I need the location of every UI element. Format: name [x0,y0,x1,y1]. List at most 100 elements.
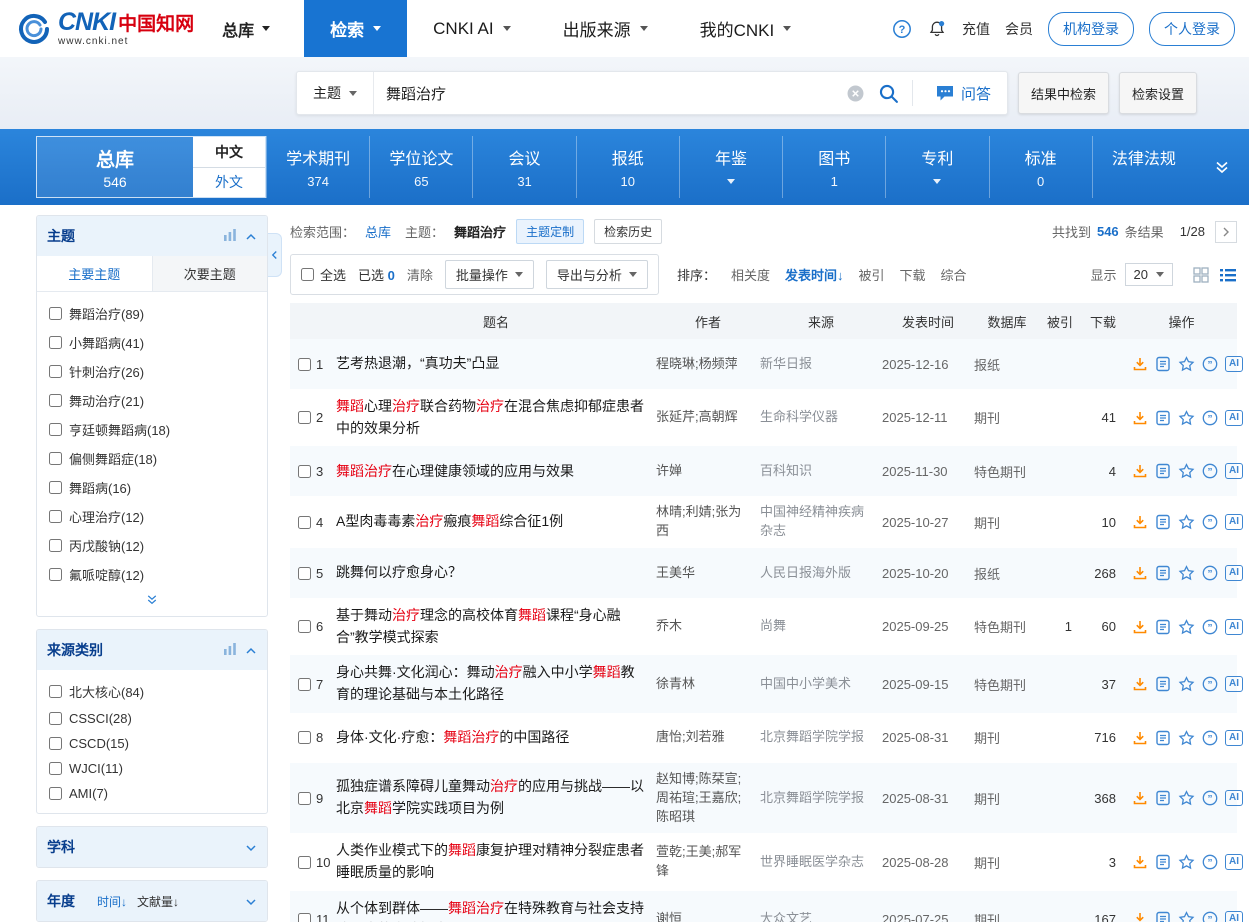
select-all-checkbox[interactable] [301,268,314,281]
export-analyze-dropdown[interactable]: 导出与分析 [546,260,648,289]
chevron-down-icon[interactable] [245,840,257,855]
filter-item[interactable]: 偏侧舞蹈症(18) [49,444,255,473]
sort-option[interactable]: 下载 [900,265,926,284]
year-card-header[interactable]: 年度 时间↓ 文献量↓ [37,881,267,921]
cite-icon[interactable]: ” [1202,565,1218,581]
result-title-link[interactable]: 从个体到群体——舞蹈治疗在特殊教育与社会支持体系中的实践探索 [336,900,644,922]
row-checkbox[interactable] [298,516,311,529]
html-read-icon[interactable] [1155,911,1171,922]
result-title-link[interactable]: A型肉毒毒素治疗瘢痕舞蹈综合征1例 [336,513,563,529]
scope-value[interactable]: 总库 [365,222,391,241]
filter-item[interactable]: 北大核心(84) [49,677,255,706]
search-field-select[interactable]: 主题 [297,72,374,114]
filter-item[interactable]: 亨廷顿舞蹈病(18) [49,415,255,444]
result-source[interactable]: 中国中小学美术 [760,675,882,694]
filter-item[interactable]: 舞蹈病(16) [49,473,255,502]
ai-icon[interactable]: AI [1225,565,1243,581]
result-title-link[interactable]: 孤独症谱系障碍儿童舞动治疗的应用与挑战——以北京舞蹈学院实践项目为例 [336,778,644,816]
select-all-control[interactable]: 全选 [301,265,346,284]
expand-more-icon[interactable] [1195,159,1249,175]
nav-my-cnki[interactable]: 我的CNKI [674,0,818,57]
html-read-icon[interactable] [1155,356,1171,372]
result-title-link[interactable]: 身心共舞·文化润心：舞动治疗融入中小学舞蹈教育的理论基础与本土化路径 [336,664,635,702]
help-icon[interactable]: ? [892,19,912,39]
filter-checkbox[interactable] [49,365,62,378]
favorite-icon[interactable] [1178,410,1195,426]
qa-button[interactable]: 问答 [919,83,1007,104]
result-title-link[interactable]: 基于舞动治疗理念的高校体育舞蹈课程“身心融合”教学模式探索 [336,607,621,645]
filter-checkbox[interactable] [49,394,62,407]
db-nav-item-zongku[interactable]: 总库 546 中文 外文 [36,136,266,198]
notification-bell-icon[interactable] [927,19,947,39]
db-nav-item[interactable]: 学术期刊374 [266,136,369,198]
result-authors[interactable]: 萱乾;王美;郝军锋 [656,843,760,881]
member-link[interactable]: 会员 [1005,19,1033,39]
filter-checkbox[interactable] [49,423,62,436]
cite-icon[interactable]: ” [1202,514,1218,530]
chevron-down-icon[interactable] [245,894,257,909]
ai-icon[interactable]: AI [1225,463,1243,479]
chevron-up-icon[interactable] [245,229,257,244]
sort-option[interactable]: 发表时间↓ [785,265,844,284]
batch-actions-dropdown[interactable]: 批量操作 [445,260,534,289]
next-page-button[interactable] [1215,221,1237,243]
filter-checkbox[interactable] [49,510,62,523]
result-authors[interactable]: 谢恒 [656,910,760,922]
recharge-link[interactable]: 充值 [962,19,990,39]
ai-icon[interactable]: AI [1225,410,1243,426]
download-icon[interactable] [1132,854,1148,870]
result-title-link[interactable]: 舞蹈治疗在心理健康领域的应用与效果 [336,463,574,479]
html-read-icon[interactable] [1155,790,1171,806]
year-sort-volume[interactable]: 文献量↓ [137,893,179,910]
filter-item[interactable]: CSCD(15) [49,731,255,756]
result-source[interactable]: 世界睡眠医学杂志 [760,853,882,872]
search-input[interactable] [374,72,840,114]
filter-item[interactable]: CSSCI(28) [49,706,255,731]
html-read-icon[interactable] [1155,854,1171,870]
ai-icon[interactable]: AI [1225,356,1243,372]
html-read-icon[interactable] [1155,619,1171,635]
result-authors[interactable]: 王美华 [656,564,760,583]
html-read-icon[interactable] [1155,463,1171,479]
tab-secondary-topic[interactable]: 次要主题 [152,256,268,291]
html-read-icon[interactable] [1155,410,1171,426]
favorite-icon[interactable] [1178,911,1195,922]
nav-search[interactable]: 检索 [304,0,407,57]
filter-item[interactable]: 丙戊酸钠(12) [49,531,255,560]
favorite-icon[interactable] [1178,514,1195,530]
html-read-icon[interactable] [1155,565,1171,581]
grid-view-icon[interactable] [1193,267,1209,283]
tab-primary-topic[interactable]: 主要主题 [37,256,152,291]
filter-item[interactable]: 小舞蹈病(41) [49,328,255,357]
filter-item[interactable]: 舞蹈治疗(89) [49,299,255,328]
filter-item[interactable]: 心理治疗(12) [49,502,255,531]
cite-icon[interactable]: ” [1202,911,1218,922]
result-source[interactable]: 人民日报海外版 [760,564,882,583]
filter-item[interactable]: 针刺治疗(26) [49,357,255,386]
db-nav-item[interactable]: 标准0 [989,136,1092,198]
html-read-icon[interactable] [1155,676,1171,692]
db-nav-item[interactable]: 法律法规 [1092,136,1195,198]
ai-icon[interactable]: AI [1225,911,1243,922]
row-checkbox[interactable] [298,358,311,371]
filter-checkbox[interactable] [49,539,62,552]
ai-icon[interactable]: AI [1225,854,1243,870]
result-authors[interactable]: 林晴;利婧;张为西 [656,503,760,541]
result-title-link[interactable]: 人类作业模式下的舞蹈康复护理对精神分裂症患者睡眠质量的影响 [336,842,644,880]
download-icon[interactable] [1132,619,1148,635]
filter-checkbox[interactable] [49,787,62,800]
sort-option[interactable]: 相关度 [731,265,770,284]
tab-chinese[interactable]: 中文 [193,137,265,168]
sort-option[interactable]: 综合 [941,265,967,284]
result-authors[interactable]: 许婵 [656,462,760,481]
filter-checkbox[interactable] [49,307,62,320]
nav-cnki-ai[interactable]: CNKI AI [407,0,536,57]
filter-item[interactable]: AMI(7) [49,781,255,806]
cite-icon[interactable]: ” [1202,676,1218,692]
result-authors[interactable]: 乔木 [656,617,760,636]
search-in-results-button[interactable]: 结果中检索 [1018,72,1109,114]
ai-icon[interactable]: AI [1225,514,1243,530]
search-settings-button[interactable]: 检索设置 [1119,72,1197,114]
cite-icon[interactable]: ” [1202,410,1218,426]
topic-expand-icon[interactable] [37,591,267,617]
